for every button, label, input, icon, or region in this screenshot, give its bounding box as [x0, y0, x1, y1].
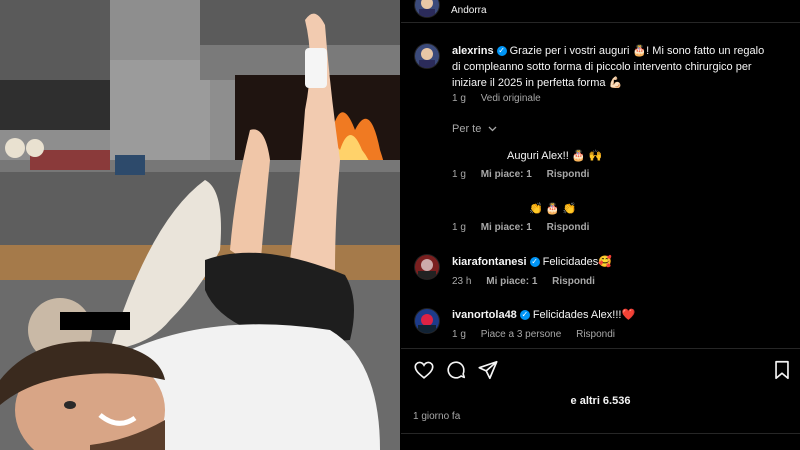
comment-text: Auguri Alex!! 🎂 🙌	[507, 150, 603, 162]
heart-icon[interactable]	[413, 359, 435, 381]
comment-text: 👏 🎂 👏	[529, 203, 577, 215]
caption-text-1: Grazie per i vostri auguri 🎂! Mi sono fa…	[509, 45, 765, 57]
comment-line: kiarafontanesi ✓ Felicidades🥰	[452, 254, 612, 270]
comment-meta: 1 g Mi piace: 1 Rispondi	[452, 169, 589, 180]
chevron-down-icon	[488, 123, 497, 135]
comment-line: ivanortola48 ✓ Felicidades Alex!!!❤️	[452, 307, 635, 323]
verified-icon: ✓	[529, 256, 540, 267]
commenter-avatar[interactable]	[415, 255, 439, 279]
comment-time: 1 g	[452, 169, 466, 180]
comment-time: 1 g	[452, 222, 466, 233]
comment-username[interactable]: ivanortola48	[452, 309, 517, 321]
caption-line-2: di compleanno sotto forma di piccolo int…	[452, 61, 752, 73]
comment-time: 1 g	[452, 329, 466, 340]
actions-divider	[401, 348, 800, 349]
comment-text: Felicidades🥰	[542, 256, 612, 268]
comment-reply-button[interactable]: Rispondi	[547, 222, 590, 233]
comment-meta: 1 g Mi piace: 1 Rispondi	[452, 222, 589, 233]
likes-count[interactable]: e altri 6.536	[401, 395, 800, 407]
verified-icon: ✓	[496, 45, 507, 56]
see-original-link[interactable]: Vedi originale	[481, 93, 541, 104]
share-icon[interactable]	[477, 359, 499, 381]
caption-meta: 1 g Vedi originale	[452, 93, 553, 104]
post-photo[interactable]	[0, 0, 400, 450]
caption-line-1: alexrins ✓ Grazie per i vostri auguri 🎂! M…	[452, 43, 764, 59]
comment-reply-button[interactable]: Rispondi	[576, 329, 615, 340]
caption-line-3: iniziare il 2025 in perfetta forma 💪🏻	[452, 77, 623, 89]
photo-illustration	[0, 0, 400, 450]
caption-username[interactable]: alexrins	[452, 45, 494, 57]
caption-avatar[interactable]	[415, 44, 439, 68]
comment-icon[interactable]	[445, 359, 467, 381]
comment-meta: 1 g Piace a 3 persone Rispondi	[452, 329, 627, 340]
comment-likes[interactable]: Piace a 3 persone	[481, 329, 562, 340]
comment-reply-button[interactable]: Rispondi	[547, 169, 590, 180]
header-divider	[401, 22, 800, 23]
caption-time: 1 g	[452, 93, 466, 104]
comment-text: Felicidades Alex!!!❤️	[532, 309, 636, 321]
for-you-toggle[interactable]: Per te	[452, 123, 497, 135]
comment-likes[interactable]: Mi piace: 1	[481, 169, 532, 180]
comment-likes[interactable]: Mi piace: 1	[486, 276, 537, 287]
footer-divider	[401, 433, 800, 434]
header-avatar[interactable]	[415, 0, 439, 17]
bookmark-icon[interactable]	[771, 359, 793, 381]
post-date: 1 giorno fa	[413, 411, 461, 422]
post-location[interactable]: Andorra	[451, 5, 487, 16]
post-header: Andorra	[401, 0, 800, 22]
comment-reply-button[interactable]: Rispondi	[552, 276, 595, 287]
comment-username[interactable]: kiarafontanesi	[452, 256, 527, 268]
comment-meta: 23 h Mi piace: 1 Rispondi	[452, 276, 595, 287]
verified-icon: ✓	[519, 309, 530, 320]
comments-panel: Andorra alexrins ✓ Grazie per i vostri aug…	[401, 0, 800, 450]
comment-likes[interactable]: Mi piace: 1	[481, 222, 532, 233]
commenter-avatar[interactable]	[415, 309, 439, 333]
for-you-label: Per te	[452, 123, 482, 135]
comment-time: 23 h	[452, 276, 472, 287]
